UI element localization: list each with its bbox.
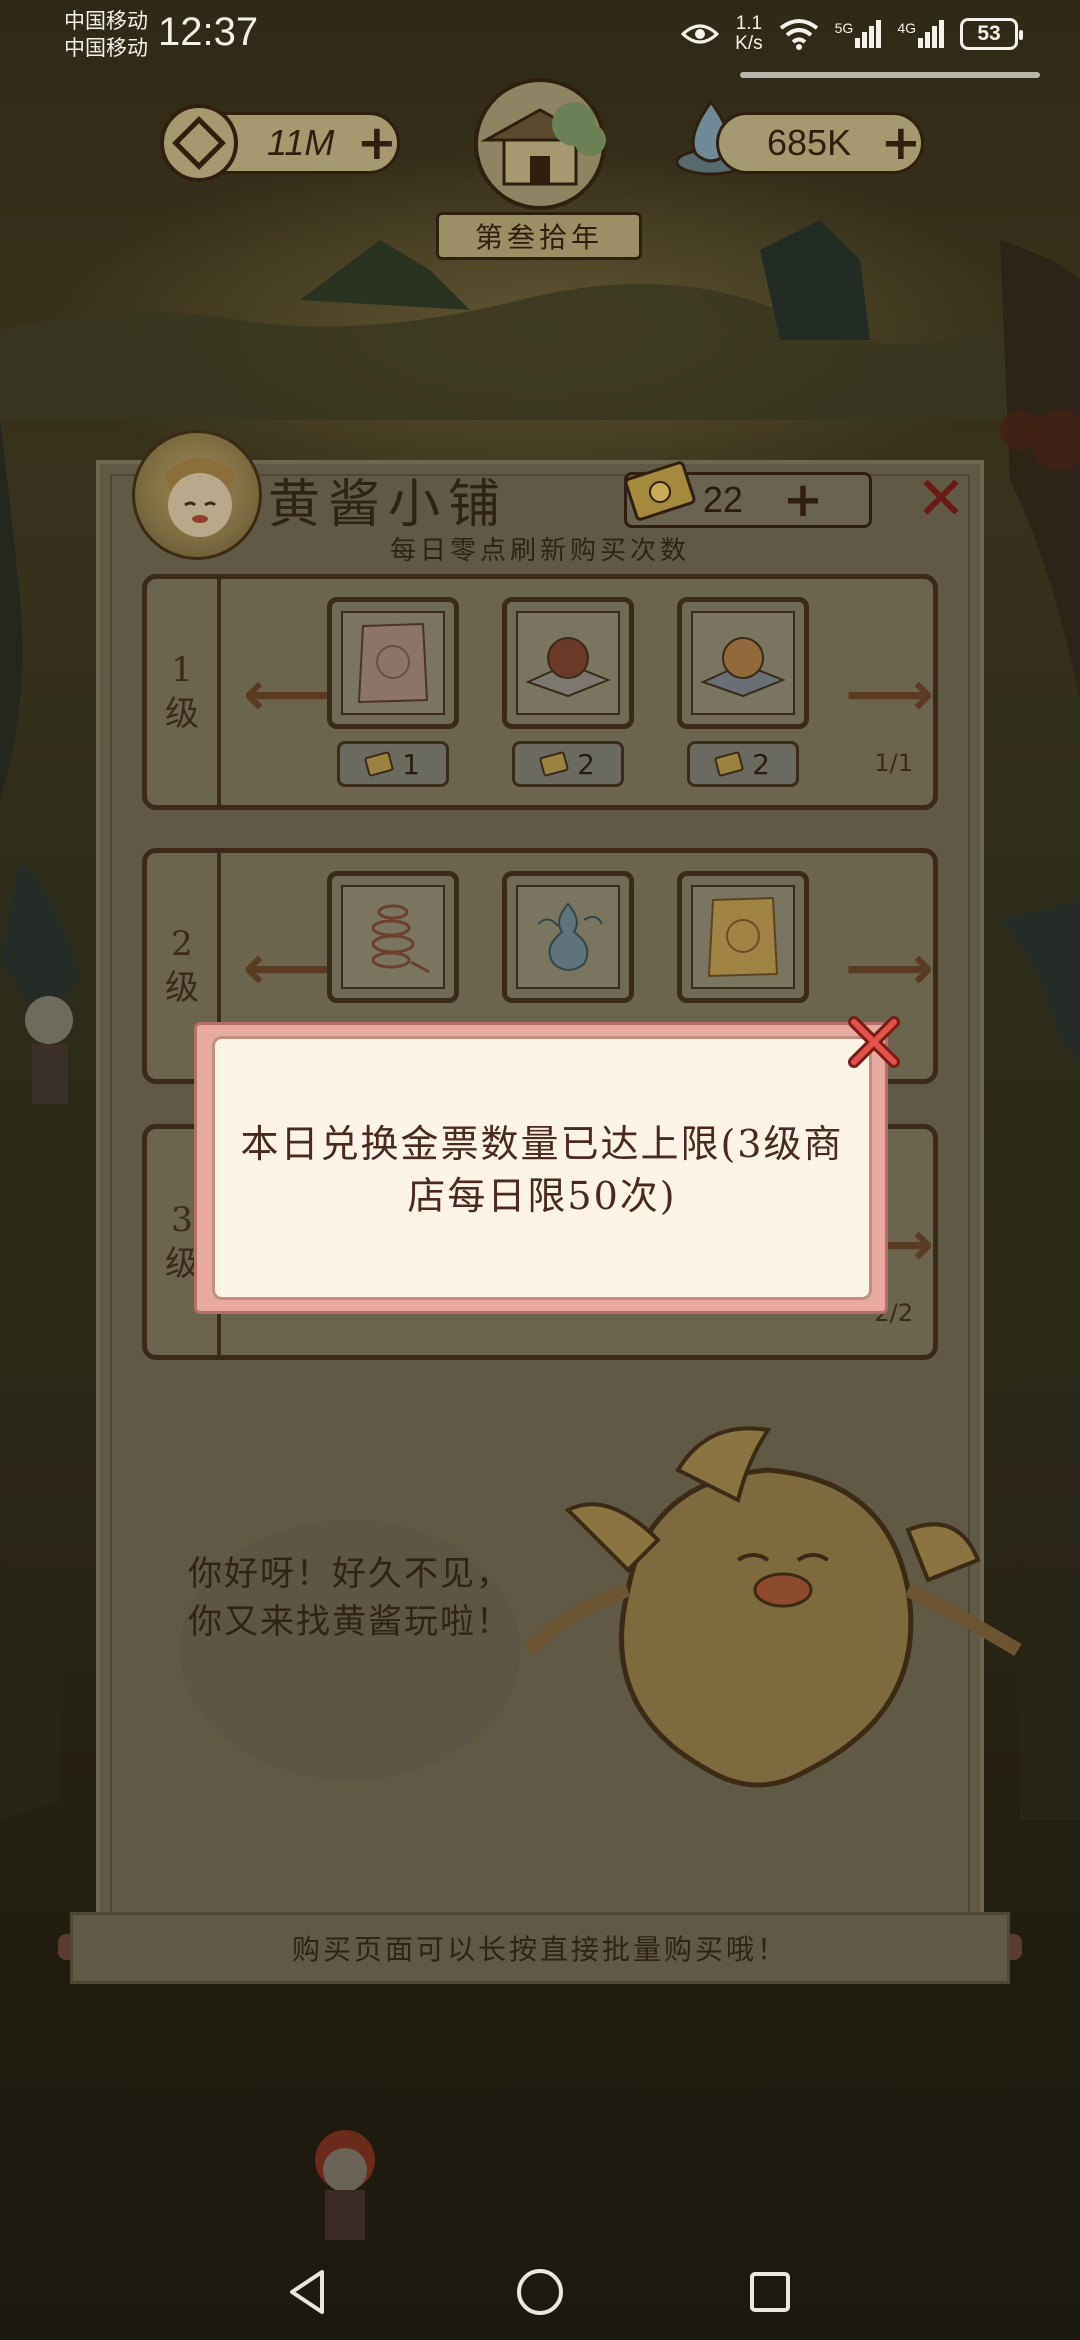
battery-icon: 53 [960, 18, 1023, 50]
golden-pearl-icon [700, 637, 786, 698]
coiled-rope-icon [371, 904, 430, 974]
paper-packet-icon [357, 622, 429, 704]
back-icon[interactable] [282, 2266, 334, 2318]
tier-2-next-arrow[interactable]: ⟶ [845, 937, 934, 999]
spirit-value: 685K [767, 122, 852, 163]
tier-2-item-3[interactable] [677, 871, 809, 1003]
gold-packet-icon [707, 896, 779, 978]
tier-2-item-2[interactable] [502, 871, 634, 1003]
wifi-icon [779, 19, 818, 50]
add-coins-icon[interactable]: + [357, 119, 397, 167]
tier-2-item-1[interactable] [327, 871, 459, 1003]
recents-icon[interactable] [744, 2266, 796, 2318]
bottom-tip-scroll: 购买页面可以长按直接批量购买哦！ [70, 1912, 1010, 1984]
tier-1-price-2: 2 [512, 741, 624, 787]
signal-4g-icon: 4G [897, 20, 944, 48]
carrier-2: 中国移动 [64, 36, 148, 60]
ticket-value: 22 [702, 479, 743, 520]
home-icon[interactable] [514, 2266, 566, 2318]
status-icons: 1.1 K/s 5G 4G 53 [681, 13, 1023, 54]
tier-1-price-1: 1 [337, 741, 449, 787]
tier-1-item-1[interactable] [327, 597, 459, 729]
close-modal-button[interactable] [846, 1014, 902, 1070]
net-speed: 1.1 K/s [735, 13, 763, 54]
bottom-tip-text: 购买页面可以长按直接批量购买哦！ [291, 1933, 788, 1966]
close-shop-button[interactable]: ✕ [910, 469, 972, 532]
clock: 12:37 [158, 10, 259, 54]
year-banner: 第叁拾年 [436, 212, 642, 260]
status-bar-indicator [740, 72, 1040, 78]
tier-1-count: 1/1 [874, 749, 913, 777]
mascot-greeting: 你好呀！好久不见，你又来找黄酱玩啦！ [188, 1554, 512, 1642]
add-tickets-icon[interactable]: + [783, 476, 823, 524]
limit-modal-message: 本日兑换金票数量已达上限(3级商店每日限50次) [240, 1122, 844, 1218]
system-nav-bar [0, 2240, 1080, 2340]
wandering-character [315, 2130, 375, 2240]
side-character [25, 996, 73, 1104]
tier-1-row: 1级 ⟵ ⟶ 1 2 2 1/1 [142, 574, 938, 810]
coin-icon [160, 104, 238, 182]
tier-1-item-2[interactable] [502, 597, 634, 729]
carrier-labels: 中国移动 中国移动 [64, 8, 148, 62]
tier-2-prev-arrow[interactable]: ⟵ [243, 937, 332, 999]
temple-emblem [456, 70, 624, 210]
signal-5g-icon: 5G [835, 20, 882, 48]
tier-1-prev-arrow[interactable]: ⟵ [243, 663, 332, 725]
spirit-counter[interactable]: 685K + [716, 112, 924, 174]
tier-1-item-3[interactable] [677, 597, 809, 729]
red-pearl-icon [525, 637, 611, 698]
blue-gourd-icon [537, 902, 603, 971]
shopkeeper-mascot [523, 1426, 1022, 1788]
eye-icon [681, 24, 720, 44]
tier-1-label: 1级 [147, 579, 221, 805]
tier-1-next-arrow[interactable]: ⟶ [845, 663, 934, 725]
coin-value: 11M [267, 122, 335, 163]
refresh-note: 每日零点刷新购买次数 [389, 536, 690, 566]
tier-1-price-3: 2 [687, 741, 799, 787]
gold-ticket-icon [624, 461, 696, 521]
ink-splash [180, 1520, 520, 1780]
status-bar: 中国移动 中国移动 12:37 1.1 K/s 5G 4G 53 [0, 0, 1080, 70]
carrier-1: 中国移动 [64, 9, 148, 33]
shop-title: 黄酱小铺 [268, 475, 509, 535]
add-spirit-icon[interactable]: + [881, 119, 921, 167]
